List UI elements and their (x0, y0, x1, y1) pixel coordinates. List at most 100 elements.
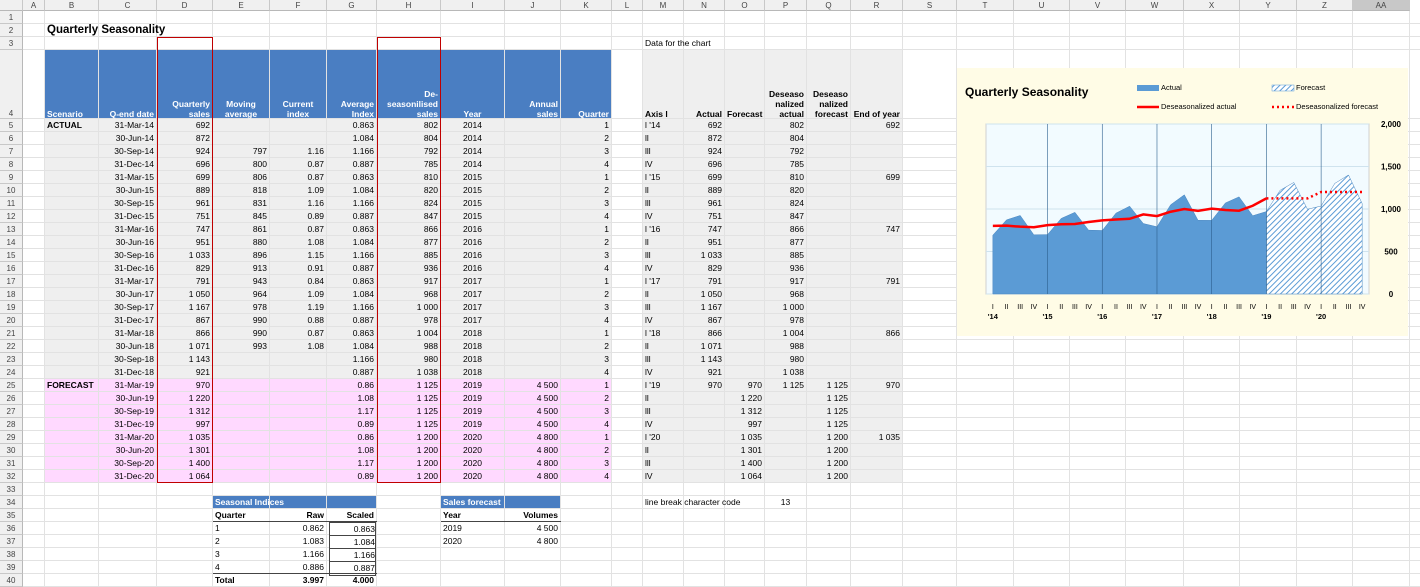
row-header-9[interactable]: 9 (0, 171, 23, 184)
cell-of: 1 064 (740, 471, 762, 481)
row-header-10[interactable]: 10 (0, 184, 23, 197)
cell-y: 2015 (463, 172, 482, 182)
cell-qf: 1 125 (826, 419, 848, 429)
row-header-38[interactable]: 38 (0, 548, 23, 561)
seasonal-quarter: 3 (215, 549, 220, 559)
column-header-z[interactable]: Z (1297, 0, 1353, 11)
row-header-37[interactable]: 37 (0, 535, 23, 548)
row-header-7[interactable]: 7 (0, 145, 23, 158)
column-header-v[interactable]: V (1070, 0, 1126, 11)
row-header-1[interactable]: 1 (0, 11, 23, 24)
column-header-a[interactable]: A (23, 0, 45, 11)
row-header-5[interactable]: 5 (0, 119, 23, 132)
column-header-u[interactable]: U (1014, 0, 1070, 11)
column-header-o[interactable]: O (725, 0, 765, 11)
cell-ma: 861 (252, 224, 267, 234)
row-header-40[interactable]: 40 (0, 574, 23, 587)
column-header-q[interactable]: Q (807, 0, 851, 11)
column-header-i[interactable]: I (441, 0, 505, 11)
row-header-15[interactable]: 15 (0, 249, 23, 262)
row-header-6[interactable]: 6 (0, 132, 23, 145)
select-all-corner[interactable] (0, 0, 23, 11)
row-header-20[interactable]: 20 (0, 314, 23, 327)
grid-col-line (642, 11, 643, 586)
cell-q: 3 (604, 198, 609, 208)
x-tick-label: IV (1140, 304, 1147, 311)
column-header-b[interactable]: B (45, 0, 99, 11)
column-header-j[interactable]: J (505, 0, 561, 11)
row-header-2[interactable]: 2 (0, 24, 23, 37)
cell-na: 951 (707, 237, 722, 247)
column-header-l[interactable]: L (612, 0, 643, 11)
grid-col-line (850, 11, 851, 586)
row-header-23[interactable]: 23 (0, 353, 23, 366)
row-header-22[interactable]: 22 (0, 340, 23, 353)
cell-q: 4 (604, 315, 609, 325)
column-header-n[interactable]: N (684, 0, 725, 11)
column-header-y[interactable]: Y (1240, 0, 1297, 11)
row-header-31[interactable]: 31 (0, 457, 23, 470)
row-header-25[interactable]: 25 (0, 379, 23, 392)
cell-as: 4 800 (536, 458, 558, 468)
cell-as: 4 800 (536, 471, 558, 481)
row-header-18[interactable]: 18 (0, 288, 23, 301)
column-header-w[interactable]: W (1126, 0, 1184, 11)
cell-q: 2 (604, 185, 609, 195)
row-header-16[interactable]: 16 (0, 262, 23, 275)
row-header-4[interactable]: 4 (0, 50, 23, 119)
row-header-32[interactable]: 32 (0, 470, 23, 483)
row-header-26[interactable]: 26 (0, 392, 23, 405)
cell-d: 30-Sep-19 (114, 406, 154, 416)
x-tick-label: II (1005, 304, 1009, 311)
row-header-14[interactable]: 14 (0, 236, 23, 249)
cell-d: 31-Mar-20 (114, 432, 154, 442)
column-header-m[interactable]: M (643, 0, 684, 11)
row-header-28[interactable]: 28 (0, 418, 23, 431)
row-header-3[interactable]: 3 (0, 37, 23, 50)
column-header-e[interactable]: E (213, 0, 270, 11)
row-header-8[interactable]: 8 (0, 158, 23, 171)
cell-ci: 1.08 (307, 341, 324, 351)
row-header-13[interactable]: 13 (0, 223, 23, 236)
cell-q: 3 (604, 146, 609, 156)
row-header-33[interactable]: 33 (0, 483, 23, 496)
row-header-19[interactable]: 19 (0, 301, 23, 314)
column-header-x[interactable]: X (1184, 0, 1240, 11)
column-header-s[interactable]: S (903, 0, 957, 11)
cell-s: ACTUAL (47, 120, 82, 130)
row-header-11[interactable]: 11 (0, 197, 23, 210)
row-header-12[interactable]: 12 (0, 210, 23, 223)
header-deseasonalized-actual: Deseaso nalized actual (769, 89, 804, 119)
column-header-t[interactable]: T (957, 0, 1014, 11)
row-header-29[interactable]: 29 (0, 431, 23, 444)
row-header-35[interactable]: 35 (0, 509, 23, 522)
cell-q: 3 (604, 354, 609, 364)
row-header-21[interactable]: 21 (0, 327, 23, 340)
cell-r: 791 (885, 276, 900, 286)
x-tick-label: II (1114, 304, 1118, 311)
row-header-34[interactable]: 34 (0, 496, 23, 509)
row-header-39[interactable]: 39 (0, 561, 23, 574)
cell-ci: 1.08 (307, 237, 324, 247)
column-header-g[interactable]: G (327, 0, 377, 11)
cell-ai: 0.887 (352, 367, 374, 377)
cell-y: 2016 (463, 250, 482, 260)
row-header-24[interactable]: 24 (0, 366, 23, 379)
row-header-27[interactable]: 27 (0, 405, 23, 418)
column-header-h[interactable]: H (377, 0, 441, 11)
x-tick-label: III (1346, 304, 1352, 311)
cell-ci: 0.87 (307, 172, 324, 182)
column-header-d[interactable]: D (157, 0, 213, 11)
column-header-p[interactable]: P (765, 0, 807, 11)
row-header-30[interactable]: 30 (0, 444, 23, 457)
column-header-c[interactable]: C (99, 0, 157, 11)
row-header-17[interactable]: 17 (0, 275, 23, 288)
column-header-k[interactable]: K (561, 0, 612, 11)
column-header-aa[interactable]: AA (1353, 0, 1410, 11)
cell-ma: 806 (252, 172, 267, 182)
column-header-f[interactable]: F (270, 0, 327, 11)
header-axis: Axis l (645, 109, 668, 119)
row-header-36[interactable]: 36 (0, 522, 23, 535)
column-header-r[interactable]: R (851, 0, 903, 11)
chart[interactable]: Quarterly Seasonality 0 500 1,000 1,500 2,00… (957, 68, 1408, 336)
